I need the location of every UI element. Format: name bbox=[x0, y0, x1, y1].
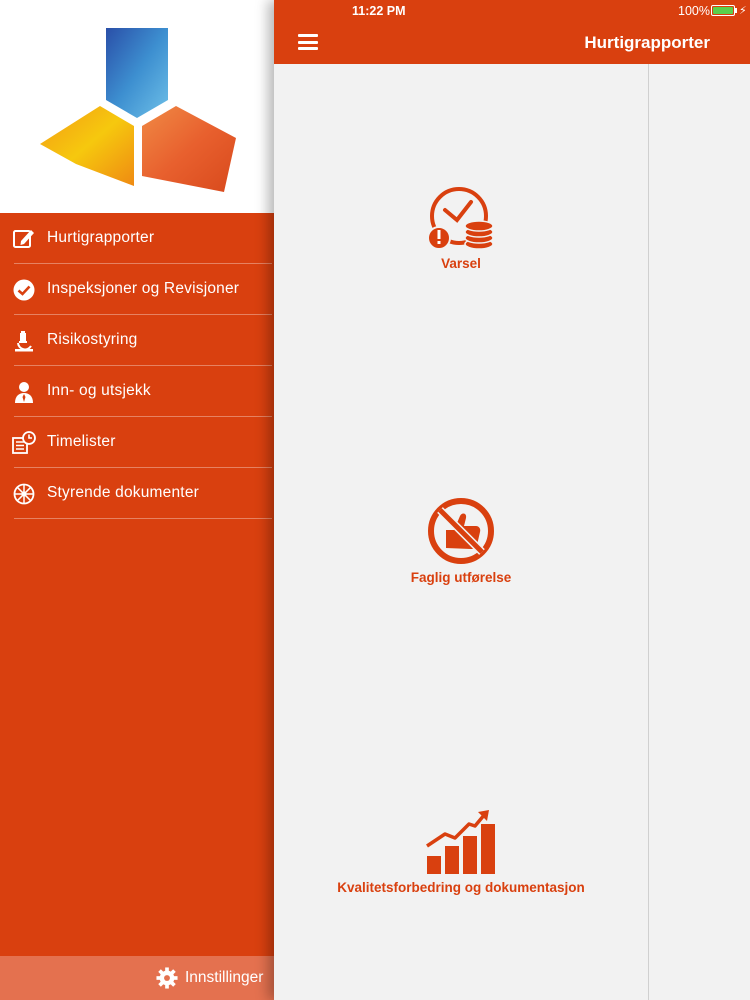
top-bar: 11:22 PM 100% ⚡ Hurtigrapporter bbox=[274, 0, 750, 64]
timesheet-icon bbox=[12, 431, 36, 454]
sidebar-item-label: Inn- og utsjekk bbox=[47, 382, 151, 399]
sidebar-item-label: Risikostyring bbox=[47, 331, 138, 348]
sidebar-item-timelister[interactable]: Timelister bbox=[0, 417, 274, 468]
page-title: Hurtigrapporter bbox=[584, 33, 710, 52]
battery-percent: 100% bbox=[678, 4, 710, 18]
tile-label: Faglig utførelse bbox=[410, 570, 512, 585]
battery-icon bbox=[711, 5, 735, 16]
settings-label: Innstillinger bbox=[185, 969, 264, 986]
sidebar-item-inn-utsjekk[interactable]: Inn- og utsjekk bbox=[0, 366, 274, 417]
clock-warning-icon bbox=[427, 187, 494, 250]
tile-faglig-utforelse[interactable]: Faglig utførelse bbox=[274, 496, 648, 585]
settings-button[interactable]: Innstillinger bbox=[0, 956, 274, 1000]
menu-icon[interactable] bbox=[298, 34, 318, 50]
gear-icon bbox=[156, 967, 178, 989]
check-circle-icon bbox=[13, 279, 35, 301]
sidebar-item-label: Styrende dokumenter bbox=[47, 484, 199, 501]
tile-label: Varsel bbox=[441, 256, 481, 271]
sidebar-item-risikostyring[interactable]: Risikostyring bbox=[0, 315, 274, 366]
tile-label: Kvalitetsforbedring og dokumentasjon bbox=[337, 880, 585, 895]
main-panel: 11:22 PM 100% ⚡ Hurtigrapporter Varsel F… bbox=[274, 0, 750, 1000]
sidebar-item-styrende-dokumenter[interactable]: Styrende dokumenter bbox=[0, 468, 274, 519]
sidebar-menu: Hurtigrapporter Inspeksjoner og Revisjon… bbox=[0, 213, 274, 519]
battery-tip bbox=[735, 8, 737, 13]
app-logo bbox=[40, 28, 236, 192]
document-wheel-icon bbox=[13, 483, 35, 505]
logo-area bbox=[0, 0, 274, 213]
status-time: 11:22 PM bbox=[352, 4, 406, 18]
sidebar-item-label: Hurtigrapporter bbox=[47, 229, 155, 246]
growth-chart-icon bbox=[426, 810, 495, 874]
sidebar-item-label: Timelister bbox=[47, 433, 116, 450]
sidebar-item-label: Inspeksjoner og Revisjoner bbox=[47, 280, 240, 297]
person-icon bbox=[15, 382, 33, 403]
sidebar-item-inspeksjoner[interactable]: Inspeksjoner og Revisjoner bbox=[0, 264, 274, 315]
microscope-icon bbox=[15, 331, 33, 352]
edit-icon bbox=[13, 230, 34, 248]
tile-kvalitetsforbedring[interactable]: Kvalitetsforbedring og dokumentasjon bbox=[274, 810, 648, 895]
sidebar: Hurtigrapporter Inspeksjoner og Revisjon… bbox=[0, 0, 274, 1000]
charging-icon: ⚡ bbox=[739, 5, 747, 17]
column-divider bbox=[648, 64, 649, 1000]
sidebar-item-hurtigrapporter[interactable]: Hurtigrapporter bbox=[0, 213, 274, 264]
no-thumbs-up-icon bbox=[428, 498, 494, 564]
tile-varsel[interactable]: Varsel bbox=[274, 186, 648, 271]
